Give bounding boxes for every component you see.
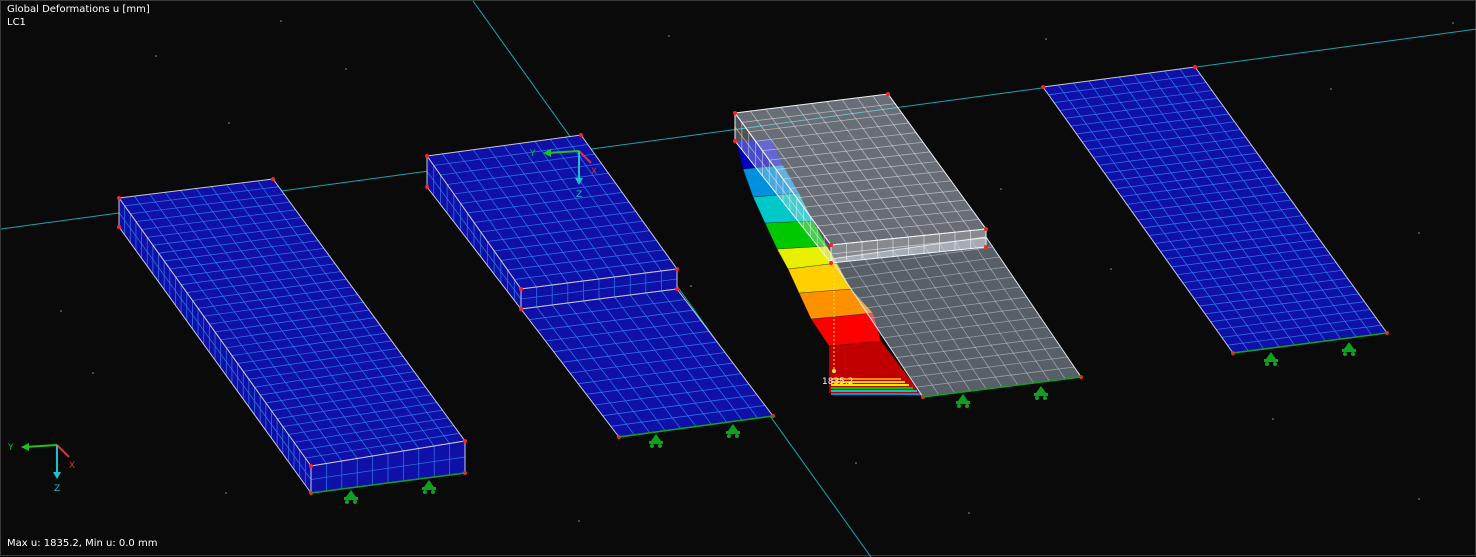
axis-y-label: Y bbox=[529, 149, 536, 159]
support-icon bbox=[649, 434, 663, 448]
node-marker bbox=[1041, 85, 1045, 89]
support-icon bbox=[726, 424, 740, 438]
node-marker bbox=[733, 111, 737, 115]
background-dot bbox=[345, 68, 347, 70]
background-dot bbox=[1045, 38, 1047, 40]
load-case-label: LC1 bbox=[7, 17, 26, 28]
support-icon bbox=[422, 480, 436, 494]
support-icon bbox=[1264, 352, 1278, 366]
background-dot bbox=[1000, 188, 1002, 190]
max-value-label: 1835.2 bbox=[822, 377, 854, 387]
slab-1-top-surface bbox=[118, 178, 466, 467]
background-dot bbox=[1272, 418, 1274, 420]
background-dot bbox=[968, 512, 970, 514]
result-title: Global Deformations u [mm] bbox=[7, 4, 150, 15]
model-viewport[interactable]: Y X Z 1835.2 Y X Z Global Deformations u [mm] … bbox=[0, 0, 1476, 557]
node-marker bbox=[309, 464, 313, 468]
max-value-point bbox=[832, 369, 836, 373]
node-marker bbox=[675, 287, 679, 291]
background-dot bbox=[280, 20, 282, 22]
node-marker bbox=[1193, 65, 1197, 69]
axis-x-label: X bbox=[69, 461, 75, 471]
background-dot bbox=[668, 35, 670, 37]
support-icon bbox=[1034, 386, 1048, 400]
background-dot bbox=[60, 310, 62, 312]
node-marker bbox=[271, 177, 275, 181]
node-marker bbox=[519, 307, 523, 311]
background-dot bbox=[225, 492, 227, 494]
node-marker bbox=[886, 92, 890, 96]
background-dot bbox=[1330, 88, 1332, 90]
result-range-status: Max u: 1835.2, Min u: 0.0 mm bbox=[7, 538, 158, 549]
node-marker bbox=[117, 225, 121, 229]
node-marker bbox=[984, 227, 988, 231]
background-dot bbox=[228, 122, 230, 124]
node-marker bbox=[733, 139, 737, 143]
axis-y-arrow bbox=[21, 443, 29, 451]
axis-x-line bbox=[56, 444, 70, 458]
node-marker bbox=[519, 287, 523, 291]
node-marker bbox=[579, 133, 583, 137]
background-dot bbox=[1110, 268, 1112, 270]
node-marker bbox=[829, 261, 833, 265]
corner-axis-triad: Y X Z bbox=[7, 443, 75, 494]
background-dot bbox=[1452, 22, 1454, 24]
axis-z-label: Z bbox=[54, 484, 60, 494]
support-icon bbox=[344, 490, 358, 504]
background-dot bbox=[855, 462, 857, 464]
axis-z-label: Z bbox=[576, 190, 582, 200]
node-marker bbox=[425, 185, 429, 189]
background-dot bbox=[578, 520, 580, 522]
node-marker bbox=[425, 154, 429, 158]
background-dot bbox=[1418, 232, 1420, 234]
node-marker bbox=[117, 196, 121, 200]
background-dot bbox=[690, 285, 692, 287]
axis-y-label: Y bbox=[7, 443, 14, 453]
support-icon bbox=[1342, 342, 1356, 356]
node-marker bbox=[675, 267, 679, 271]
slab-4-plate bbox=[1042, 66, 1388, 354]
background-dot bbox=[1418, 498, 1420, 500]
model-scene[interactable]: Y X Z 1835.2 Y X Z bbox=[1, 1, 1476, 557]
node-marker bbox=[829, 243, 833, 247]
axis-y-line bbox=[24, 444, 58, 448]
axis-x-label: X bbox=[591, 167, 597, 177]
background-dot bbox=[92, 372, 94, 374]
slab-2-plate bbox=[520, 288, 774, 438]
node-marker bbox=[984, 245, 988, 249]
support-icon bbox=[956, 394, 970, 408]
axis-z-arrow bbox=[53, 472, 61, 479]
node-marker bbox=[463, 439, 467, 443]
background-dot bbox=[155, 55, 157, 57]
